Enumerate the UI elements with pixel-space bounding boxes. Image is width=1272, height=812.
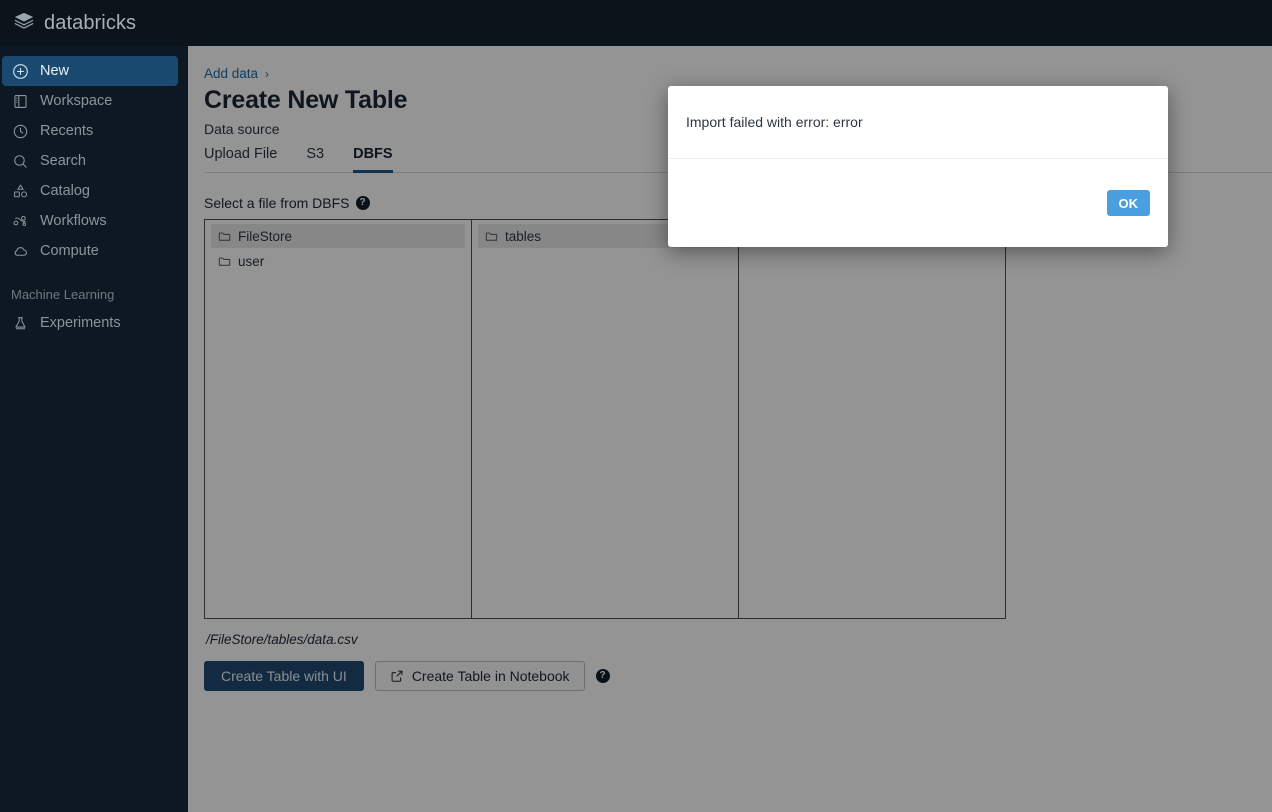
error-dialog-message: Import failed with error: error <box>668 86 1168 159</box>
sidebar-item-workspace[interactable]: Workspace <box>2 86 178 116</box>
browser-column-1: FileStore user <box>205 220 472 618</box>
clock-icon <box>11 122 29 140</box>
sidebar-item-experiments[interactable]: Experiments <box>2 308 178 338</box>
list-item[interactable]: FileStore <box>211 224 465 248</box>
sidebar-item-label: New <box>40 63 70 79</box>
cloud-icon <box>11 242 29 260</box>
create-table-in-notebook-label: Create Table in Notebook <box>411 668 570 684</box>
sidebar-item-label: Experiments <box>40 315 121 331</box>
sidebar-item-compute[interactable]: Compute <box>2 236 178 266</box>
breadcrumb-link-add-data[interactable]: Add data <box>204 66 258 81</box>
list-item-label: FileStore <box>238 228 293 244</box>
tab-upload-file[interactable]: Upload File <box>204 146 277 173</box>
workspace-icon <box>11 92 29 110</box>
sidebar-item-label: Recents <box>40 123 94 139</box>
sidebar-item-new[interactable]: New <box>2 56 178 86</box>
sidebar-item-label: Search <box>40 153 86 169</box>
create-table-in-notebook-button[interactable]: Create Table in Notebook <box>374 661 585 691</box>
list-item-label: user <box>238 253 265 269</box>
sidebar-item-label: Workflows <box>40 213 107 229</box>
workflows-icon <box>11 212 29 230</box>
top-bar: databricks <box>0 0 1272 46</box>
ok-button[interactable]: OK <box>1106 190 1150 216</box>
selected-file-path: /FileStore/tables/data.csv <box>206 632 358 647</box>
sidebar: New Workspace Recents Search Catalog Wor… <box>0 46 188 812</box>
search-icon <box>11 152 29 170</box>
sidebar-item-recents[interactable]: Recents <box>2 116 178 146</box>
sidebar-item-label: Catalog <box>40 183 90 199</box>
sidebar-item-catalog[interactable]: Catalog <box>2 176 178 206</box>
catalog-icon <box>11 182 29 200</box>
databricks-layers-icon <box>13 12 35 34</box>
brand-logo[interactable]: databricks <box>13 12 136 35</box>
list-item-label: tables <box>505 228 542 244</box>
sidebar-item-search[interactable]: Search <box>2 146 178 176</box>
sidebar-item-label: Workspace <box>40 93 113 109</box>
error-dialog: Import failed with error: error OK <box>668 86 1168 247</box>
action-button-row: Create Table with UI Create Table in Not… <box>204 661 1272 691</box>
tab-dbfs[interactable]: DBFS <box>353 146 393 173</box>
browser-column-3 <box>739 220 1005 618</box>
folder-icon <box>218 230 231 243</box>
folder-icon <box>218 255 231 268</box>
question-mark-icon[interactable]: ? <box>595 669 610 683</box>
browser-column-2: tables <box>472 220 739 618</box>
plus-circle-icon <box>11 62 29 80</box>
error-dialog-footer: OK <box>668 159 1168 247</box>
create-table-with-ui-button[interactable]: Create Table with UI <box>204 661 364 691</box>
list-item[interactable]: user <box>211 249 465 273</box>
question-mark-icon[interactable]: ? <box>355 196 370 210</box>
dbfs-file-browser: FileStore user tables <box>204 219 1006 619</box>
sidebar-item-workflows[interactable]: Workflows <box>2 206 178 236</box>
tab-s3[interactable]: S3 <box>306 146 324 173</box>
app-root: databricks New Workspace Recents Search … <box>0 0 1272 812</box>
breadcrumb: Add data › <box>204 66 1272 81</box>
select-file-label: Select a file from DBFS <box>204 195 350 211</box>
brand-name: databricks <box>44 11 137 34</box>
folder-icon <box>485 230 498 243</box>
sidebar-item-label: Compute <box>40 243 99 259</box>
chevron-right-icon: › <box>265 66 270 81</box>
sidebar-section-machine-learning: Machine Learning <box>11 287 115 302</box>
external-link-icon <box>390 669 404 683</box>
experiments-flask-icon <box>11 314 29 332</box>
